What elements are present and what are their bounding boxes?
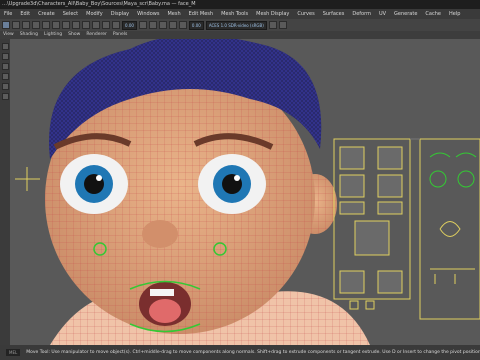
- main-menu-bar: File Edit Create Select Modify Display W…: [0, 9, 480, 19]
- snap-grid-icon[interactable]: [62, 21, 70, 29]
- menu-curves[interactable]: Curves: [293, 9, 318, 19]
- snap-point-icon[interactable]: [82, 21, 90, 29]
- select-tool-icon[interactable]: [2, 21, 10, 29]
- nose: [142, 220, 178, 248]
- move-tool-icon[interactable]: [32, 21, 40, 29]
- menu-create[interactable]: Create: [34, 9, 59, 19]
- menu-edit[interactable]: Edit: [16, 9, 34, 19]
- smooth-shade-icon[interactable]: [168, 21, 177, 29]
- camera-icon[interactable]: [138, 21, 147, 29]
- tool-box: [0, 39, 10, 345]
- isolate-icon[interactable]: [278, 21, 287, 29]
- frame-field[interactable]: 0.00: [188, 20, 204, 30]
- title-bar: …\Upgrade3d\Characters_All\Baby_Boy\Sour…: [0, 0, 480, 9]
- menu-cache[interactable]: Cache: [421, 9, 445, 19]
- grid-icon[interactable]: [148, 21, 157, 29]
- xray-icon[interactable]: [268, 21, 277, 29]
- snap-curve-icon[interactable]: [72, 21, 80, 29]
- window-title: …\Upgrade3d\Characters_All\Baby_Boy\Sour…: [2, 1, 196, 7]
- status-line: 0.00 0.00 ACES 1.0 SDR-video (sRGB): [0, 19, 480, 31]
- rotate-tool-icon[interactable]: [42, 21, 50, 29]
- menu-uv[interactable]: UV: [375, 9, 390, 19]
- color-space-field[interactable]: ACES 1.0 SDR-video (sRGB): [205, 20, 267, 30]
- help-line: MEL Move Tool: Use manipulator to move o…: [0, 345, 480, 360]
- help-text: Move Tool: Use manipulator to move objec…: [26, 350, 480, 355]
- ipr-render-icon[interactable]: [112, 21, 120, 29]
- select-tool-icon[interactable]: [1, 43, 9, 50]
- menu-edit-mesh[interactable]: Edit Mesh: [185, 9, 217, 19]
- menu-mesh[interactable]: Mesh: [163, 9, 184, 19]
- wireframe-icon[interactable]: [158, 21, 167, 29]
- panel-menu-renderer[interactable]: Renderer: [86, 31, 107, 39]
- lasso-tool-icon[interactable]: [12, 21, 20, 29]
- panel-menu-show[interactable]: Show: [68, 31, 80, 39]
- panel-menu-shading[interactable]: Shading: [20, 31, 38, 39]
- rotate-tool-icon[interactable]: [1, 63, 9, 70]
- perspective-viewport[interactable]: [10, 39, 480, 345]
- panel-menu-view[interactable]: View: [3, 31, 14, 39]
- menu-surfaces[interactable]: Surfaces: [319, 9, 349, 19]
- value-field[interactable]: 0.00: [122, 20, 137, 30]
- menu-generate[interactable]: Generate: [390, 9, 421, 19]
- move-tool-icon[interactable]: [1, 53, 9, 60]
- menu-mesh-display[interactable]: Mesh Display: [252, 9, 293, 19]
- menu-mesh-tools[interactable]: Mesh Tools: [217, 9, 252, 19]
- menu-help[interactable]: Help: [445, 9, 464, 19]
- texture-icon[interactable]: [178, 21, 187, 29]
- manipulator-crosshair: [15, 167, 40, 191]
- menu-deform[interactable]: Deform: [348, 9, 375, 19]
- mel-label[interactable]: MEL: [6, 349, 21, 356]
- layout-single-icon[interactable]: [1, 83, 9, 90]
- menu-windows[interactable]: Windows: [133, 9, 163, 19]
- panel-menu-panels[interactable]: Panels: [113, 31, 127, 39]
- menu-file[interactable]: File: [0, 9, 16, 19]
- history-icon[interactable]: [92, 21, 100, 29]
- layout-four-icon[interactable]: [1, 93, 9, 100]
- paint-select-icon[interactable]: [22, 21, 30, 29]
- render-icon[interactable]: [102, 21, 110, 29]
- face-gui-panel: [419, 138, 480, 320]
- menu-display[interactable]: Display: [107, 9, 133, 19]
- scene-render: [15, 39, 480, 345]
- panel-menu-bar: View Shading Lighting Show Renderer Pane…: [0, 31, 480, 39]
- menu-select[interactable]: Select: [59, 9, 82, 19]
- panel-menu-lighting[interactable]: Lighting: [44, 31, 62, 39]
- face-control-panel: [333, 138, 411, 310]
- scale-tool-icon[interactable]: [52, 21, 60, 29]
- menu-modify[interactable]: Modify: [82, 9, 107, 19]
- scale-tool-icon[interactable]: [1, 73, 9, 80]
